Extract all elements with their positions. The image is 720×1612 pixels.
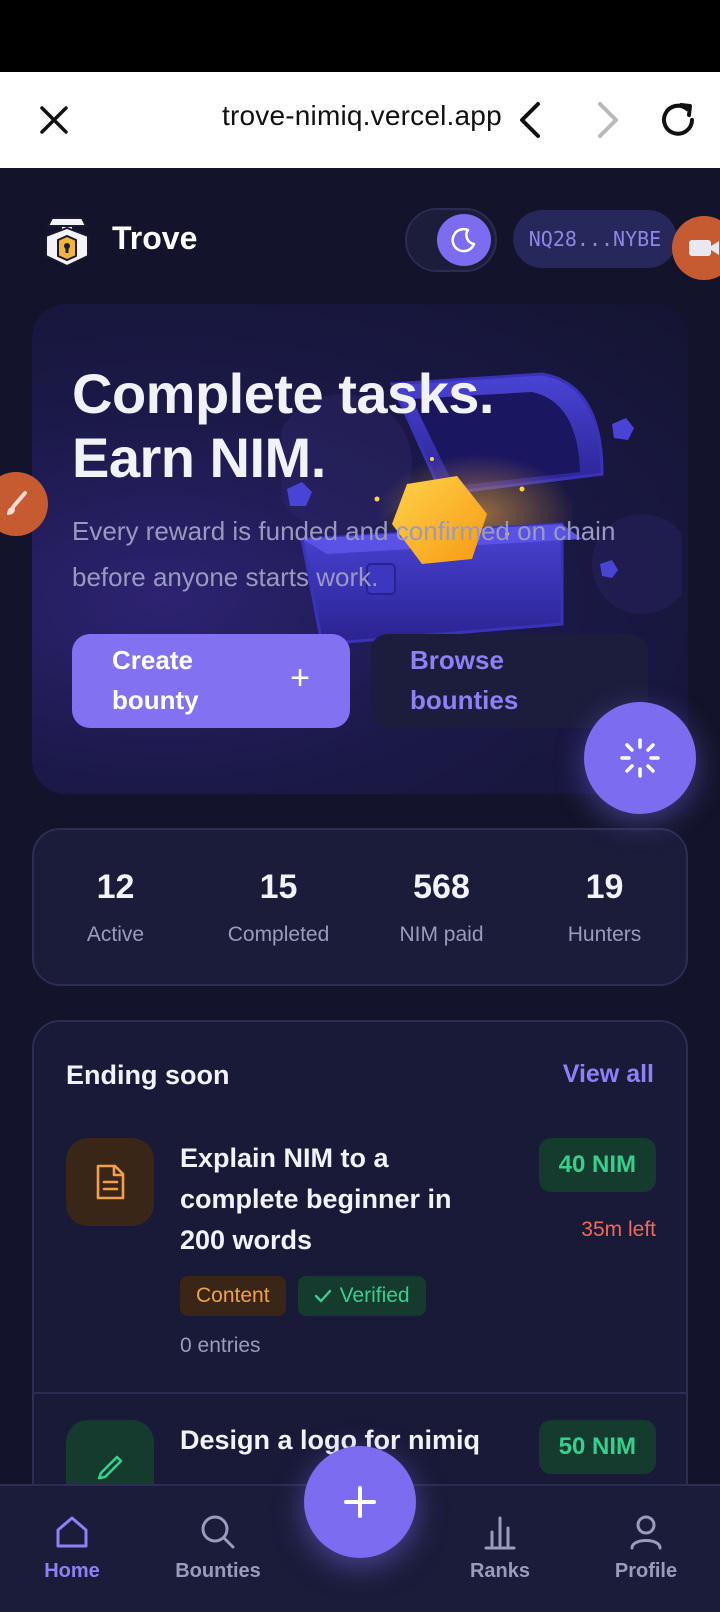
plus-icon bbox=[344, 1486, 376, 1518]
hero-title-line2: Earn NIM. bbox=[72, 426, 326, 489]
checkmark-icon bbox=[314, 1289, 331, 1303]
verified-label: Verified bbox=[339, 1284, 410, 1307]
category-tag: Content bbox=[180, 1276, 286, 1316]
app-header: Trove NQ28...NYBE bbox=[0, 168, 720, 298]
nav-profile[interactable]: Profile bbox=[586, 1486, 706, 1612]
nav-label: Home bbox=[44, 1560, 100, 1582]
nav-label: Bounties bbox=[175, 1560, 261, 1582]
create-bounty-button[interactable]: Create bounty + bbox=[72, 634, 350, 728]
wallet-address-chip[interactable]: NQ28...NYBE bbox=[513, 210, 677, 268]
stat-active: 12 Active bbox=[34, 830, 197, 984]
stat-hunters: 19 Hunters bbox=[523, 830, 686, 984]
moon-icon bbox=[451, 227, 476, 253]
reward-badge: 50 NIM bbox=[538, 1420, 656, 1474]
app-viewport: Trove NQ28...NYBE Complete tasks. Earn N… bbox=[0, 168, 720, 1612]
browser-toolbar: trove-nimiq.vercel.app bbox=[0, 72, 720, 168]
stat-value: 15 bbox=[259, 868, 298, 906]
stat-nim-paid: 568 NIM paid bbox=[360, 830, 523, 984]
floating-camera-button[interactable] bbox=[672, 216, 720, 280]
hero-card: Complete tasks. Earn NIM. Every reward i… bbox=[32, 304, 688, 794]
stat-value: 19 bbox=[585, 868, 624, 906]
paintbrush-icon bbox=[7, 491, 27, 515]
hero-title-line1: Complete tasks. bbox=[72, 362, 495, 425]
view-all-link[interactable]: View all bbox=[563, 1060, 654, 1089]
stat-completed: 15 Completed bbox=[197, 830, 360, 984]
nav-label: Profile bbox=[614, 1560, 678, 1582]
divider bbox=[34, 1392, 686, 1394]
bounty-item[interactable]: Explain NIM to a complete beginner in 20… bbox=[66, 1138, 656, 1378]
time-left: 35m left bbox=[581, 1218, 656, 1241]
stat-value: 568 bbox=[413, 868, 470, 906]
entry-count: 0 entries bbox=[180, 1334, 261, 1357]
brand-name[interactable]: Trove bbox=[112, 220, 197, 257]
search-icon bbox=[201, 1515, 235, 1549]
video-camera-icon bbox=[689, 240, 719, 256]
hero-title: Complete tasks. Earn NIM. bbox=[72, 362, 572, 490]
tag-list: Content Verified bbox=[180, 1276, 426, 1316]
bounty-title: Explain NIM to a complete beginner in 20… bbox=[180, 1143, 452, 1255]
nav-label: Ranks bbox=[469, 1560, 531, 1582]
section-title: Ending soon bbox=[66, 1060, 230, 1090]
spinner-icon bbox=[620, 738, 660, 778]
user-icon bbox=[630, 1515, 662, 1550]
nav-home[interactable]: Home bbox=[12, 1486, 132, 1612]
toggle-knob bbox=[437, 214, 491, 266]
status-bar bbox=[0, 0, 720, 72]
loading-fab[interactable] bbox=[584, 702, 696, 814]
browse-bounties-label: Browse bounties bbox=[410, 645, 519, 715]
reload-icon[interactable] bbox=[656, 98, 700, 142]
document-icon bbox=[66, 1138, 154, 1226]
bar-chart-icon bbox=[484, 1516, 516, 1550]
stat-label: Completed bbox=[227, 923, 330, 946]
forward-arrow-icon[interactable] bbox=[590, 98, 626, 142]
back-arrow-icon[interactable] bbox=[512, 98, 548, 142]
theme-toggle[interactable] bbox=[405, 208, 497, 272]
stat-label: NIM paid bbox=[399, 923, 484, 946]
stat-label: Active bbox=[86, 923, 145, 946]
stat-value: 12 bbox=[96, 868, 135, 906]
trove-logo-icon[interactable] bbox=[42, 212, 92, 268]
create-bounty-label: Create bounty bbox=[112, 645, 199, 715]
close-icon[interactable] bbox=[34, 100, 74, 140]
hero-subtitle: Every reward is funded and confirmed on … bbox=[72, 516, 616, 592]
add-bounty-fab[interactable] bbox=[304, 1446, 416, 1558]
stats-card: 12 Active 15 Completed 568 NIM paid 19 H… bbox=[32, 828, 688, 986]
stat-label: Hunters bbox=[567, 923, 642, 946]
nav-ranks[interactable]: Ranks bbox=[440, 1486, 560, 1612]
home-icon bbox=[56, 1516, 88, 1548]
url-text[interactable]: trove-nimiq.vercel.app bbox=[222, 100, 502, 132]
reward-badge: 40 NIM bbox=[538, 1138, 656, 1192]
plus-icon: + bbox=[290, 659, 310, 697]
nav-bounties[interactable]: Bounties bbox=[158, 1486, 278, 1612]
verified-tag: Verified bbox=[297, 1276, 426, 1316]
